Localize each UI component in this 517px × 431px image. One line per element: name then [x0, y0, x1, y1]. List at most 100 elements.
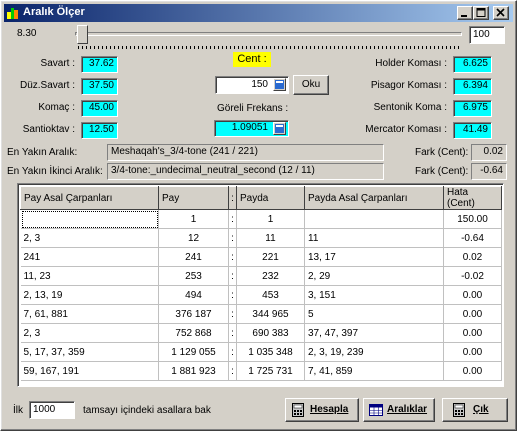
cell-hata[interactable]: 0.00 [443, 342, 502, 362]
col-header-sep[interactable]: : [228, 186, 237, 210]
col-header-hata[interactable]: Hata (Cent) [443, 186, 502, 210]
app-icon [7, 8, 18, 19]
holder-value: 6.625 [453, 56, 492, 73]
cell-pay-asal[interactable] [20, 209, 159, 229]
minimize-icon [461, 15, 467, 17]
table-row[interactable]: 241 241 : 221 13, 17 0.02 [20, 247, 502, 267]
cell-pay-asal[interactable]: 241 [20, 247, 159, 267]
cell-payda-asal[interactable]: 37, 47, 397 [304, 323, 444, 343]
maximize-button[interactable] [473, 6, 489, 20]
cell-payda-asal[interactable]: 7, 41, 859 [304, 361, 444, 381]
col-header-pay-asal[interactable]: Pay Asal Çarpanları [20, 186, 159, 210]
cell-payda[interactable]: 1 035 348 [236, 342, 305, 362]
col-header-payda-asal[interactable]: Payda Asal Çarpanları [304, 186, 444, 210]
nearest-fark-label: Fark (Cent): [415, 147, 469, 158]
cell-hata[interactable]: -0.64 [443, 228, 502, 248]
table-row[interactable]: 5, 17, 37, 359 1 129 055 : 1 035 348 2, … [20, 342, 502, 362]
table-row[interactable]: 2, 3 752 868 : 690 383 37, 47, 397 0.00 [20, 323, 502, 343]
col-header-payda[interactable]: Payda [236, 186, 305, 210]
cell-pay-asal[interactable]: 59, 167, 191 [20, 361, 159, 381]
table-row[interactable]: 2, 13, 19 494 : 453 3, 151 0.00 [20, 285, 502, 305]
cell-hata[interactable]: 0.02 [443, 247, 502, 267]
cik-label: Çık [473, 404, 489, 415]
cell-payda-asal[interactable]: 2, 29 [304, 266, 444, 286]
cell-pay[interactable]: 1 [158, 209, 229, 229]
second-nearest-value: 3/4-tone:_undecimal_neutral_second (12 /… [107, 163, 384, 180]
cell-pay[interactable]: 253 [158, 266, 229, 286]
cell-pay-asal[interactable]: 11, 23 [20, 266, 159, 286]
cell-payda-asal[interactable]: 13, 17 [304, 247, 444, 267]
cell-payda[interactable]: 1 725 731 [236, 361, 305, 381]
cell-pay[interactable]: 12 [158, 228, 229, 248]
cell-pay-asal[interactable]: 2, 3 [20, 323, 159, 343]
cell-payda-asal[interactable] [304, 209, 444, 229]
close-icon [496, 8, 505, 17]
cell-payda-asal[interactable]: 5 [304, 304, 444, 324]
cell-pay[interactable]: 752 868 [158, 323, 229, 343]
cell-hata[interactable]: 150.00 [443, 209, 502, 229]
mercator-label: Mercator Koması : [365, 124, 447, 135]
close-button[interactable] [493, 6, 509, 20]
cell-pay-asal[interactable]: 5, 17, 37, 359 [20, 342, 159, 362]
cell-pay-asal[interactable]: 2, 3 [20, 228, 159, 248]
cell-pay[interactable]: 241 [158, 247, 229, 267]
calculator-icon [275, 124, 284, 133]
title-bar[interactable]: Aralık Ölçer [4, 4, 513, 22]
col-header-pay[interactable]: Pay [158, 186, 229, 210]
cell-payda[interactable]: 690 383 [236, 323, 305, 343]
table-row[interactable]: 1 : 1 150.00 [20, 209, 502, 229]
cell-hata[interactable]: 0.00 [443, 304, 502, 324]
table-row[interactable]: 59, 167, 191 1 881 923 : 1 725 731 7, 41… [20, 361, 502, 381]
grid-header-row: Pay Asal Çarpanları Pay : Payda Payda As… [20, 186, 502, 210]
oku-button[interactable]: Oku [293, 75, 329, 95]
araliklar-button[interactable]: Aralıklar [363, 398, 435, 422]
table-row[interactable]: 7, 61, 881 376 187 : 344 965 5 0.00 [20, 304, 502, 324]
cell-payda-asal[interactable]: 11 [304, 228, 444, 248]
table-row[interactable]: 11, 23 253 : 232 2, 29 -0.02 [20, 266, 502, 286]
sentonik-label: Sentonik Koma : [373, 102, 447, 113]
pisagor-value: 6.394 [453, 78, 492, 95]
savart-value: 37.62 [81, 56, 118, 73]
nearest-fark-value: 0.02 [471, 144, 507, 161]
slider-min-label: 8.30 [17, 28, 37, 39]
cell-pay[interactable]: 1 881 923 [158, 361, 229, 381]
cell-hata[interactable]: 0.00 [443, 361, 502, 381]
ilk-input[interactable]: 1000 [29, 401, 75, 419]
cell-pay[interactable]: 376 187 [158, 304, 229, 324]
hesapla-button[interactable]: Hesapla [285, 398, 359, 422]
slider-thumb[interactable] [76, 25, 88, 44]
ilk-tail-label: tamsayı içindeki asallara bak [83, 405, 211, 416]
slider-value-field[interactable]: 100 [469, 26, 505, 44]
cent-calc-button[interactable] [273, 78, 286, 91]
calculator-icon [292, 403, 304, 417]
goreli-calc-button[interactable] [273, 122, 286, 135]
cell-sep: : [228, 285, 237, 305]
range-slider[interactable] [75, 32, 462, 36]
cell-payda[interactable]: 11 [236, 228, 305, 248]
second-nearest-label: En Yakın İkinci Aralık: [7, 166, 103, 177]
holder-label: Holder Koması : [375, 58, 447, 69]
cell-payda-asal[interactable]: 2, 3, 19, 239 [304, 342, 444, 362]
minimize-button[interactable] [457, 6, 473, 20]
table-row[interactable]: 2, 3 12 : 11 11 -0.64 [20, 228, 502, 248]
cell-hata[interactable]: 0.00 [443, 285, 502, 305]
cell-payda[interactable]: 344 965 [236, 304, 305, 324]
cent-label: Cent : [233, 52, 271, 67]
ratio-grid[interactable]: Pay Asal Çarpanları Pay : Payda Payda As… [17, 183, 504, 387]
cell-sep: : [228, 304, 237, 324]
cell-pay-asal[interactable]: 2, 13, 19 [20, 285, 159, 305]
cell-payda-asal[interactable]: 3, 151 [304, 285, 444, 305]
cell-pay[interactable]: 494 [158, 285, 229, 305]
cell-payda[interactable]: 1 [236, 209, 305, 229]
hesapla-label: Hesapla [310, 404, 349, 415]
cell-hata[interactable]: -0.02 [443, 266, 502, 286]
cell-payda[interactable]: 221 [236, 247, 305, 267]
cell-payda[interactable]: 232 [236, 266, 305, 286]
cell-hata[interactable]: 0.00 [443, 323, 502, 343]
cell-pay[interactable]: 1 129 055 [158, 342, 229, 362]
cik-button[interactable]: Çık [442, 398, 508, 422]
cell-pay-asal[interactable]: 7, 61, 881 [20, 304, 159, 324]
duzsavart-label: Düz.Savart : [19, 80, 75, 91]
cell-payda[interactable]: 453 [236, 285, 305, 305]
mercator-value: 41.49 [453, 122, 492, 139]
